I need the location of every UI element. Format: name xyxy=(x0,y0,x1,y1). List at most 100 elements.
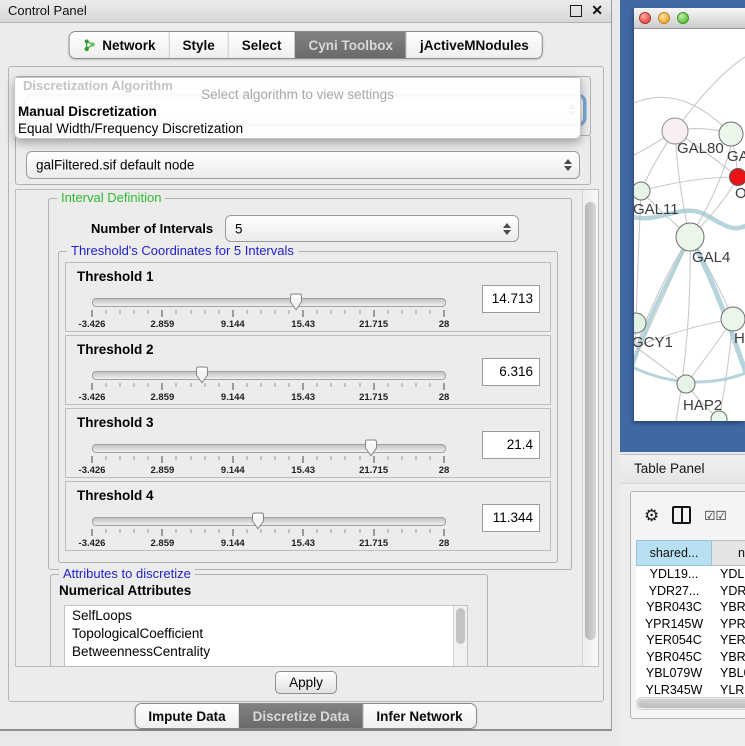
cell-shared-name[interactable]: YBR045C xyxy=(636,649,712,666)
tab-style[interactable]: Style xyxy=(168,32,227,58)
table-row[interactable]: YBR043C YBR0 xyxy=(636,599,745,616)
attribute-list-item[interactable]: SelfLoops xyxy=(65,606,467,624)
table-row[interactable]: YER054C YER0 xyxy=(636,632,745,649)
slider-thumb-icon[interactable] xyxy=(195,366,209,384)
slider-thumb-icon[interactable] xyxy=(289,293,303,311)
slider-tick xyxy=(401,456,402,460)
tab-label: Infer Network xyxy=(376,709,462,724)
slider-tick xyxy=(303,456,304,463)
threshold-value-field[interactable]: 14.713 xyxy=(482,285,540,313)
cell-shared-name[interactable]: YBR043C xyxy=(636,599,712,616)
node-hap2[interactable] xyxy=(677,375,695,393)
slider-thumb-icon[interactable] xyxy=(251,512,265,530)
table-row[interactable]: YBR045C YBR0 xyxy=(636,649,745,666)
cell-shared-name[interactable]: YER054C xyxy=(636,632,712,649)
algorithm-option[interactable]: Equal Width/Frequency Discretization xyxy=(17,120,578,137)
table-row[interactable]: YBL079W YBL0 xyxy=(636,665,745,682)
bottom-tab-strip: Impute Data Discretize Data Infer Networ… xyxy=(134,703,476,729)
number-of-intervals-label: Number of Intervals xyxy=(91,221,213,236)
network-canvas[interactable]: GAL80 GA GAL11 O GAL4 GCY1 H HAP2 xyxy=(634,29,745,421)
tab-infer-network[interactable]: Infer Network xyxy=(362,704,475,728)
column-layout-icon[interactable] xyxy=(672,506,691,524)
cell-shared-name[interactable]: YPR145W xyxy=(636,616,712,633)
tab-jactivemnodules[interactable]: jActiveMNodules xyxy=(406,32,542,58)
tab-discretize-data[interactable]: Discretize Data xyxy=(239,704,363,728)
threshold-slider[interactable] xyxy=(92,444,446,453)
zoom-traffic-light-icon[interactable] xyxy=(677,12,689,24)
table-row[interactable]: YDL19... YDL1 xyxy=(636,566,745,583)
float-window-icon[interactable] xyxy=(570,5,582,17)
threshold-value-field[interactable]: 21.4 xyxy=(482,431,540,459)
slider-tick xyxy=(92,310,93,317)
top-tab-strip: Network Style Select Cyni Toolbox jActiv… xyxy=(68,31,543,59)
slider-tick xyxy=(429,383,430,387)
slider-tick xyxy=(246,383,247,387)
cell-name[interactable]: YER0 xyxy=(712,632,745,649)
list-scrollbar[interactable] xyxy=(453,606,467,667)
slider-thumb-icon[interactable] xyxy=(364,439,378,457)
table-row[interactable]: YPR145W YPR1 xyxy=(636,616,745,633)
select-columns-icon[interactable]: ☑☑ xyxy=(704,508,726,523)
cell-shared-name[interactable]: YDL19... xyxy=(636,566,712,583)
cell-name[interactable]: YDR2 xyxy=(712,583,745,600)
algorithm-option[interactable]: Manual Discretization xyxy=(17,103,578,120)
slider-tick xyxy=(387,529,388,533)
cell-shared-name[interactable]: YLR345W xyxy=(636,682,712,699)
threshold-slider[interactable] xyxy=(92,298,446,307)
cell-name[interactable]: YPR1 xyxy=(712,616,745,633)
threshold-value-field[interactable]: 11.344 xyxy=(482,504,540,532)
threshold-value-field[interactable]: 6.316 xyxy=(482,358,540,386)
attribute-list-item[interactable]: BetweennessCentrality xyxy=(65,642,467,660)
slider-tick xyxy=(232,383,233,390)
numerical-attributes-list[interactable]: SelfLoopsTopologicalCoefficientBetweenne… xyxy=(64,605,468,667)
tab-network[interactable]: Network xyxy=(69,32,168,58)
cell-name[interactable]: YBR0 xyxy=(712,649,745,666)
table-row[interactable]: YDR27... YDR2 xyxy=(636,583,745,600)
horizontal-scrollbar[interactable] xyxy=(636,697,745,710)
cell-name[interactable]: YLR3 xyxy=(712,682,745,699)
cell-shared-name[interactable]: YBL079W xyxy=(636,665,712,682)
panel-scrollbar-thumb[interactable] xyxy=(585,202,596,640)
attribute-list-item[interactable]: TopologicalCoefficient xyxy=(65,624,467,642)
network-window-titlebar[interactable] xyxy=(634,8,745,29)
threshold-slider[interactable] xyxy=(92,371,446,380)
cell-name[interactable]: YDL1 xyxy=(712,566,745,583)
column-header-name[interactable]: n xyxy=(712,540,745,566)
node-label-gal11: GAL11 xyxy=(634,201,679,218)
list-scrollbar-thumb[interactable] xyxy=(456,608,465,644)
slider-tick-label: 9.144 xyxy=(221,538,245,549)
slider-tick xyxy=(232,529,233,536)
interval-definition-group: Interval Definition Number of Intervals … xyxy=(48,198,572,570)
tab-impute-data[interactable]: Impute Data xyxy=(135,704,238,728)
threshold-slider[interactable] xyxy=(92,517,446,526)
slider-tick xyxy=(120,529,121,533)
column-header-shared-name[interactable]: shared... xyxy=(636,540,712,566)
close-traffic-light-icon[interactable] xyxy=(639,12,651,24)
table-row[interactable]: YLR345W YLR3 xyxy=(636,682,745,699)
horizontal-scrollbar-thumb[interactable] xyxy=(638,699,745,708)
cell-shared-name[interactable]: YDR27... xyxy=(636,583,712,600)
tab-select[interactable]: Select xyxy=(228,32,295,58)
node-label-gcy1: GCY1 xyxy=(634,334,673,351)
panel-scrollbar[interactable] xyxy=(582,190,598,666)
settings-scroll-panel: Interval Definition Number of Intervals … xyxy=(15,189,599,667)
slider-tick xyxy=(162,529,163,536)
node-gal11[interactable] xyxy=(634,182,650,200)
node-right[interactable] xyxy=(721,307,745,331)
control-panel-titlebar[interactable]: Control Panel ✕ xyxy=(0,0,611,23)
table-data-combobox[interactable]: galFiltered.sif default node xyxy=(26,151,580,179)
minimize-traffic-light-icon[interactable] xyxy=(658,12,670,24)
cell-name[interactable]: YBL0 xyxy=(712,665,745,682)
gear-icon[interactable]: ⚙ xyxy=(644,507,659,524)
node-red-selected[interactable] xyxy=(730,169,745,186)
apply-button[interactable]: Apply xyxy=(275,671,337,694)
slider-tick xyxy=(148,456,149,460)
slider-tick xyxy=(317,310,318,314)
close-icon[interactable]: ✕ xyxy=(591,4,603,17)
node-gal4[interactable] xyxy=(676,223,704,251)
threshold-rows: Threshold 1 -3.4262.8599.14415.4321.7152… xyxy=(65,262,551,554)
cell-name[interactable]: YBR0 xyxy=(712,599,745,616)
number-of-intervals-combobox[interactable]: 5 xyxy=(225,215,519,242)
tab-cyni-toolbox[interactable]: Cyni Toolbox xyxy=(295,32,407,58)
slider-tick xyxy=(415,383,416,387)
